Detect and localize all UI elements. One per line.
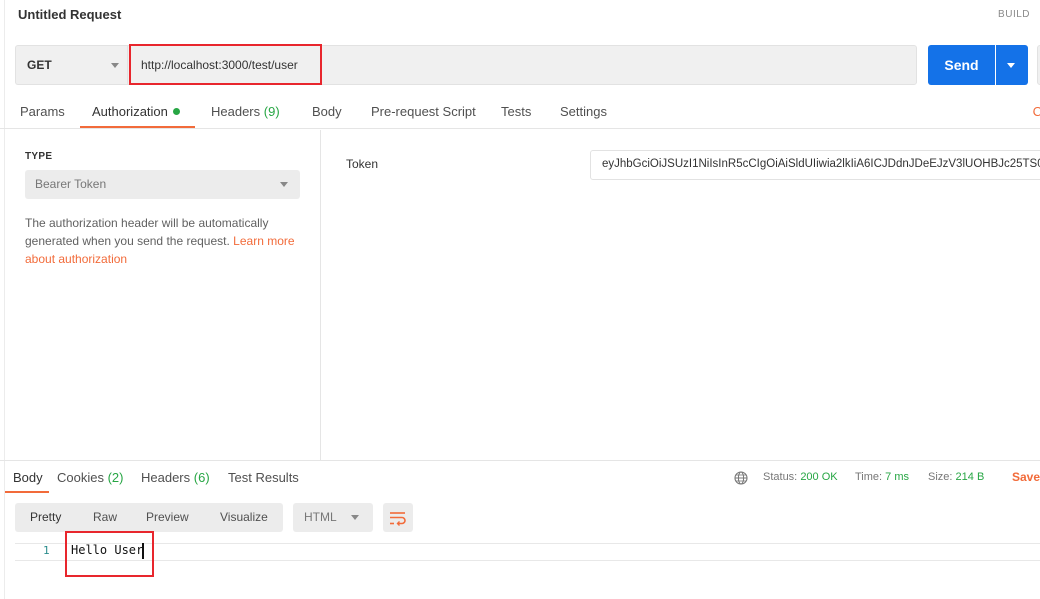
tab-tests[interactable]: Tests bbox=[501, 104, 531, 119]
wrap-lines-button[interactable] bbox=[383, 503, 413, 532]
token-input[interactable]: eyJhbGciOiJSUzI1NiIsInR5cCIgOiAiSldUIiwi… bbox=[590, 150, 1040, 180]
tab-settings[interactable]: Settings bbox=[560, 104, 607, 119]
auth-description: The authorization header will be automat… bbox=[25, 214, 297, 268]
time-label: Time: bbox=[855, 471, 883, 483]
response-tab-body[interactable]: Body bbox=[13, 470, 43, 485]
auth-type-panel: TYPE Bearer Token The authorization head… bbox=[5, 130, 321, 461]
status-readout[interactable]: Status: 200 OK bbox=[763, 471, 838, 483]
response-tab-test-results[interactable]: Test Results bbox=[228, 470, 299, 485]
tab-pre-request-script[interactable]: Pre-request Script bbox=[371, 104, 476, 119]
view-pretty-button[interactable]: Pretty bbox=[30, 510, 61, 524]
url-highlight-box bbox=[129, 44, 322, 85]
tab-label: Body bbox=[13, 470, 43, 485]
size-readout[interactable]: Size: 214 B bbox=[928, 471, 984, 483]
auth-type-value: Bearer Token bbox=[35, 177, 107, 191]
view-raw-button[interactable]: Raw bbox=[93, 510, 117, 524]
wrap-lines-icon bbox=[390, 512, 406, 526]
response-tab-cookies[interactable]: Cookies (2) bbox=[57, 470, 123, 485]
request-tabs: Params Authorization Headers (9) Body Pr… bbox=[0, 98, 1040, 129]
active-tab-underline bbox=[5, 491, 49, 493]
view-visualize-button[interactable]: Visualize bbox=[220, 510, 268, 524]
auth-type-select[interactable]: Bearer Token bbox=[25, 170, 300, 199]
view-mode-group: Pretty Raw Preview Visualize bbox=[15, 503, 283, 532]
type-label: TYPE bbox=[25, 151, 53, 162]
auth-description-text: The authorization header will be automat… bbox=[25, 216, 269, 248]
token-label: Token bbox=[346, 157, 379, 171]
tab-body[interactable]: Body bbox=[312, 104, 342, 119]
tab-label: Settings bbox=[560, 104, 607, 119]
response-highlight-box bbox=[65, 531, 154, 577]
time-readout[interactable]: Time: 7 ms bbox=[855, 471, 909, 483]
tab-label: Test Results bbox=[228, 470, 299, 485]
tab-label: Body bbox=[312, 104, 342, 119]
response-editor[interactable] bbox=[15, 543, 1040, 561]
build-label[interactable]: BUILD bbox=[998, 9, 1030, 20]
response-bar: Body Cookies (2) Headers (6) Test Result… bbox=[0, 460, 1040, 493]
send-button[interactable]: Send bbox=[928, 45, 995, 85]
tab-count: (6) bbox=[193, 470, 210, 485]
chevron-down-icon bbox=[351, 515, 359, 520]
chevron-down-icon bbox=[1007, 63, 1015, 68]
tab-label: Authorization bbox=[92, 104, 168, 119]
globe-icon[interactable] bbox=[734, 471, 748, 485]
active-tab-underline bbox=[80, 126, 195, 128]
status-value: 200 OK bbox=[800, 471, 838, 483]
chevron-down-icon bbox=[111, 63, 119, 68]
view-preview-button[interactable]: Preview bbox=[146, 510, 189, 524]
size-label: Size: bbox=[928, 471, 953, 483]
active-dot-icon bbox=[172, 108, 180, 115]
tab-label: Params bbox=[20, 104, 65, 119]
line-number: 1 bbox=[43, 544, 50, 557]
tab-count: (2) bbox=[107, 470, 124, 485]
tab-headers[interactable]: Headers (9) bbox=[211, 104, 280, 119]
time-value: 7 ms bbox=[885, 471, 909, 483]
response-tab-headers[interactable]: Headers (6) bbox=[141, 470, 210, 485]
method-value: GET bbox=[27, 58, 52, 72]
save-response-button[interactable]: Save bbox=[1012, 470, 1040, 484]
size-value: 214 B bbox=[955, 471, 985, 483]
send-dropdown-button[interactable] bbox=[996, 45, 1028, 85]
tab-label: Tests bbox=[501, 104, 532, 119]
tab-label: Cookies bbox=[57, 470, 104, 485]
tab-label: Headers bbox=[211, 104, 261, 119]
format-select[interactable]: HTML bbox=[293, 503, 373, 532]
tab-params[interactable]: Params bbox=[20, 104, 65, 119]
chevron-down-icon bbox=[280, 182, 288, 187]
tab-count: (9) bbox=[263, 104, 280, 119]
tab-authorization[interactable]: Authorization bbox=[92, 104, 180, 119]
tab-label: Headers bbox=[141, 470, 191, 485]
status-label: Status: bbox=[763, 471, 798, 483]
method-select[interactable]: GET bbox=[15, 45, 127, 85]
tab-cookies-link[interactable]: C bbox=[1033, 104, 1040, 119]
tab-label: Pre-request Script bbox=[371, 104, 476, 119]
request-title[interactable]: Untitled Request bbox=[18, 7, 121, 22]
format-value: HTML bbox=[304, 510, 337, 524]
